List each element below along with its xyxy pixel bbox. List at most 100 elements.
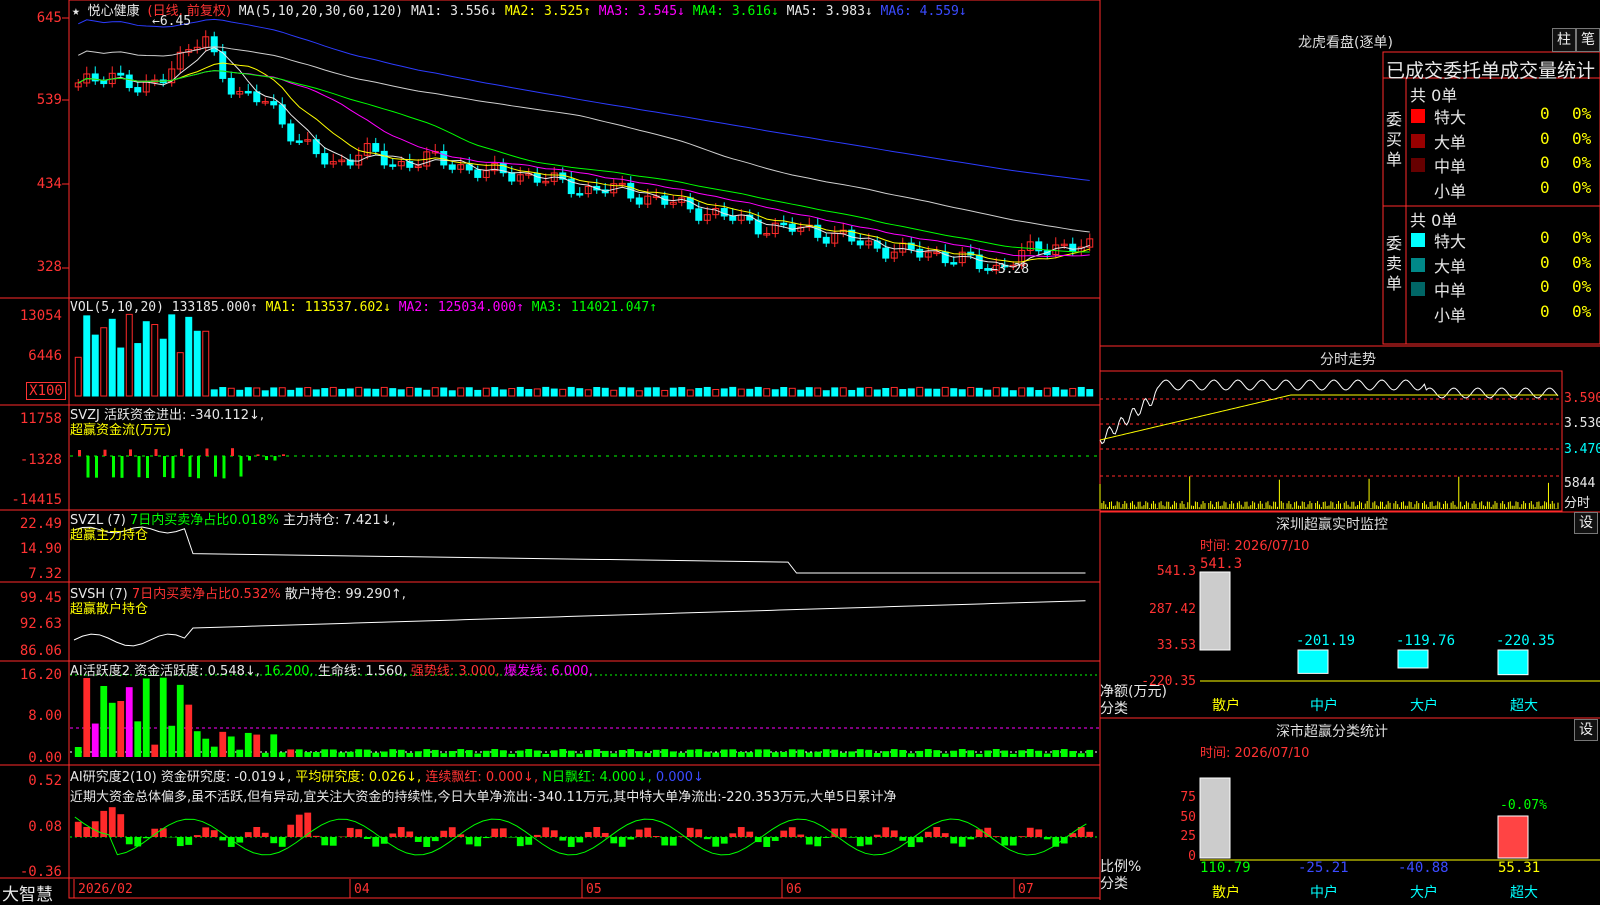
research-bar [1018,836,1025,837]
category-label: 中户 [1310,697,1338,714]
volume-bar [1061,390,1067,396]
intraday-title: 分时走势 [1320,349,1376,369]
active-bar [449,751,456,757]
volume-bar [755,387,761,396]
active-bar [500,750,507,757]
active-bar [899,750,906,757]
volume-bar [951,389,957,396]
volume-bar [866,388,872,396]
active-bar [610,753,617,757]
active-bar [296,749,303,757]
active-bar [151,745,158,757]
volume-bar [1010,391,1016,396]
active-bar [797,750,804,757]
volume-bar [619,388,625,396]
active-bar [245,733,252,757]
volume-bar [466,388,472,396]
ma-legend-item: MA1: 3.556↓ [411,4,497,19]
volume-bar [594,388,600,396]
active-bar [916,751,923,757]
research-bar [576,837,583,842]
research-bar [177,837,184,846]
sz-monitor-value: -201.19 [1296,633,1355,649]
order-count: 0 [1540,253,1550,272]
ma-legend-item: MA4: 3.616↓ [685,4,779,19]
pen-mode-button[interactable]: 笔 [1576,28,1600,52]
category-label: 中户 [1310,884,1338,900]
candle-body [228,78,234,94]
research-bar [534,835,541,837]
research-bar [432,837,439,841]
active-bar [466,750,473,757]
volume-bar [288,390,294,396]
volume-bar [789,388,795,396]
intraday-price-line [1100,380,1558,444]
active-bar [168,726,175,757]
candle-body [118,73,124,75]
order-count: 0 [1540,153,1550,172]
volume-bar [721,389,727,396]
active-bar [704,752,711,757]
active-bar [763,749,770,757]
sz-monitor-settings-button[interactable]: 设 [1574,512,1598,534]
star-icon[interactable]: ★ [72,4,80,19]
research-bar [882,827,889,837]
volume-bar [925,389,931,396]
volume-bar [517,387,523,396]
vol-unit-badge[interactable]: X100 [26,382,66,400]
brand-label[interactable]: 大智慧 [2,880,53,905]
research-bar [729,833,736,837]
candle-body [322,154,328,164]
volume-bar [381,387,387,396]
svzl-subtitle: 超赢主力持仓 [70,524,148,543]
research-bar [780,831,787,837]
svzj-subtitle: 超赢资金流(万元) [70,419,171,438]
research-bar [925,832,932,837]
svzl-axis-tick: 14.90 [0,541,62,557]
active-bar [75,747,82,757]
volume-bar [1078,387,1084,396]
research-bar [789,827,796,837]
order-count: 0 [1540,228,1550,247]
sz-monitor-axis-tick: 287.42 [1100,602,1196,617]
active-bar [338,752,345,757]
volume-bar [883,388,889,396]
sz-class-time: 时间: 2026/07/10 [1200,742,1309,761]
ma-line [78,71,1090,257]
sz-class-settings-button[interactable]: 设 [1574,719,1598,741]
svzj-bar [282,454,285,456]
research-bar [593,827,600,837]
active-bar [542,754,549,757]
svzj-bar [240,456,243,477]
research-bar [194,835,201,837]
active-bar [185,705,192,757]
volume-bar [390,389,396,396]
bar-mode-button[interactable]: 柱 [1552,28,1576,52]
research-bar [551,830,558,837]
active-bar [355,749,362,757]
volume-bar [823,391,829,396]
candle-body [288,124,294,141]
category-label: 大户 [1410,884,1438,900]
research-bar [236,837,243,843]
active-bar [364,750,371,757]
svzj-bar [121,456,124,478]
volume-bar [254,388,260,396]
active-bar [372,753,379,757]
ma-legend: MA(5,10,20,30,60,120) MA1: 3.556↓ MA2: 3… [239,4,967,19]
volume-bar [611,390,617,396]
main-chart-canvas[interactable]: 541.3-201.19-119.76-220.35散户中户大户超大110.79… [0,0,1600,900]
research-bar [415,837,422,842]
active-bar [525,749,532,757]
active-bar [1010,754,1017,757]
active-bar [92,724,99,757]
volume-bar [271,388,277,396]
research-bar [653,836,660,837]
research-bar [466,837,473,844]
volume-bar [339,389,345,396]
research-bar [202,827,209,837]
candle-body [135,88,141,92]
volume-bar [364,389,370,396]
research-bar [627,837,634,840]
volume-bar [449,391,455,396]
